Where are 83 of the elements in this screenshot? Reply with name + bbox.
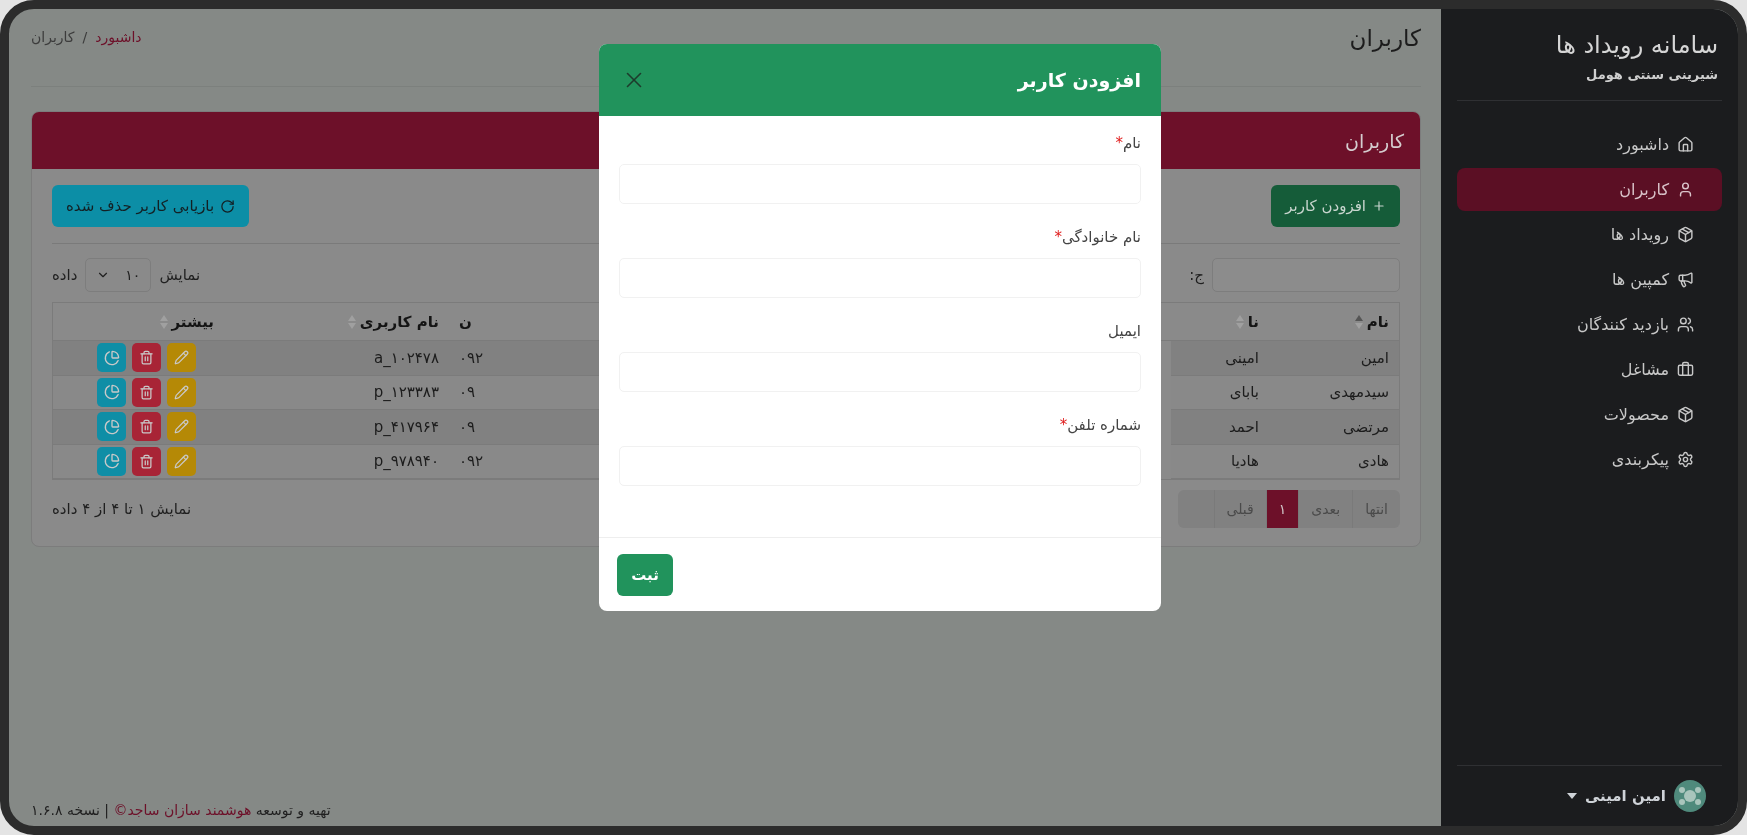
breadcrumb-link[interactable]: داشبورد [95, 29, 142, 45]
app-title: سامانه رویداد ها [1554, 31, 1719, 59]
users-icon [1677, 316, 1694, 333]
caret-icon[interactable] [1566, 793, 1577, 799]
trash-icon [139, 453, 154, 469]
megaphone-icon [1677, 271, 1694, 288]
field-label: ایمیل [1108, 322, 1141, 340]
search-label: ج: [1189, 266, 1204, 284]
home-icon [1677, 136, 1694, 153]
pencil-icon [174, 350, 189, 366]
box-icon [1677, 406, 1694, 423]
sidebar-item[interactable]: کاربران [1457, 168, 1722, 211]
delete-button[interactable] [132, 446, 161, 476]
add-user-button[interactable]: افزودن کاربر [1271, 185, 1400, 227]
restore-user-button[interactable]: بازیابی کاربر حذف شده [52, 185, 250, 227]
sidebar-item[interactable]: پیکربندی [1457, 438, 1722, 481]
trash-icon [139, 384, 154, 400]
sidebar-item[interactable]: محصولات [1457, 393, 1722, 436]
pencil-icon [174, 384, 189, 400]
delete-button[interactable] [132, 412, 161, 442]
sidebar-item[interactable]: بازدید کنندگان [1457, 303, 1722, 346]
pie-chart-icon [103, 349, 120, 366]
table-cell: p_۴۱۷۹۶۴ [224, 410, 449, 445]
sidebar-item-label: داشبورد [1616, 135, 1669, 154]
edit-button[interactable] [167, 343, 196, 373]
sidebar-item-label: کمپین ها [1611, 270, 1669, 289]
user-icon [1677, 181, 1694, 198]
sidebar-item-label: کاربران [1619, 180, 1669, 199]
user-name[interactable]: امین امینی [1584, 787, 1666, 805]
field-label: شماره تلفن* [1059, 416, 1141, 434]
pie-chart-icon [103, 418, 120, 435]
submit-button[interactable]: ثبت [617, 554, 673, 596]
edit-button[interactable] [167, 377, 196, 407]
breadcrumb-separator: / [82, 29, 88, 45]
sidebar-item-label: بازدید کنندگان [1576, 315, 1669, 334]
table-cell: امینی [1171, 341, 1269, 376]
box-icon [1677, 226, 1694, 243]
plus-icon [1372, 199, 1386, 213]
sort-icon[interactable] [1354, 314, 1363, 329]
footer-text: تهیه و توسعه هوشمند سازان ساجد© | نسخه ۱.۶.۸ [31, 802, 331, 818]
sidebar-item[interactable]: داشبورد [1457, 123, 1722, 166]
table-cell: احمد [1171, 410, 1269, 445]
table-cell: a_۱۰۲۴۷۸ [224, 341, 449, 376]
edit-button[interactable] [167, 446, 196, 476]
sidebar-item[interactable]: رویداد ها [1457, 213, 1722, 256]
report-button[interactable] [97, 446, 126, 476]
dialog-title: افزودن کاربر [1017, 69, 1141, 91]
sidebar-item-label: محصولات [1603, 405, 1669, 424]
table-info: نمایش ۱ تا ۴ از ۴ داده [52, 500, 192, 518]
field-label: نام خانوادگی* [1054, 228, 1141, 246]
avatar-icon [1674, 780, 1706, 812]
pencil-icon [174, 419, 189, 435]
delete-button[interactable] [132, 343, 161, 373]
sidebar-item[interactable]: مشاغل [1457, 348, 1722, 391]
field-label: نام* [1115, 134, 1141, 152]
sidebar-item-label: مشاغل [1620, 360, 1669, 379]
briefcase-icon [1677, 361, 1694, 378]
trash-icon [139, 350, 154, 366]
trash-icon [139, 419, 154, 435]
gear-icon [1677, 451, 1694, 468]
sidebar-item[interactable]: کمپین ها [1457, 258, 1722, 301]
footer-link[interactable]: هوشمند سازان ساجد© [113, 802, 252, 818]
edit-button[interactable] [167, 412, 196, 442]
pie-chart-icon [103, 453, 120, 470]
pencil-icon [174, 453, 189, 469]
pie-chart-icon [103, 384, 120, 401]
sidebar-item-label: رویداد ها [1610, 225, 1669, 244]
page-title: کاربران [1349, 25, 1421, 51]
breadcrumb-current: کاربران [31, 29, 75, 45]
page-button[interactable]: ۱ [1265, 490, 1299, 528]
sidebar-item-label: پیکربندی [1611, 450, 1669, 469]
report-button[interactable] [97, 377, 126, 407]
refresh-icon [220, 198, 236, 214]
app-subtitle: شیرینی سنتی هومل [1585, 67, 1719, 82]
delete-button[interactable] [132, 377, 161, 407]
table-cell: امین [1269, 341, 1399, 376]
length-label: نمایش [159, 266, 201, 284]
page-size-select[interactable]: ۱۰ [85, 258, 152, 292]
report-button[interactable] [97, 412, 126, 442]
table-cell: مرتضی [1269, 410, 1399, 445]
card-title: کاربران [1345, 129, 1404, 152]
report-button[interactable] [97, 343, 126, 373]
length-unit-label: داده [52, 266, 78, 284]
